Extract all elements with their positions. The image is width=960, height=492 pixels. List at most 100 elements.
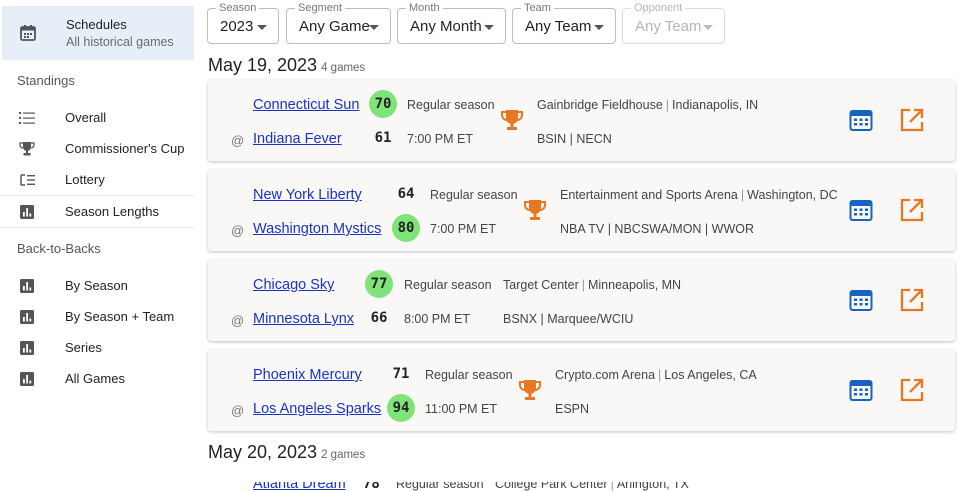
home-team-link[interactable]: Indiana Fever xyxy=(253,131,342,147)
team-select[interactable]: Team Any Team xyxy=(512,2,616,44)
home-team-link[interactable]: Los Angeles Sparks xyxy=(253,401,381,417)
date-header: May 19, 2023 4 games xyxy=(208,55,365,76)
season-select-label: Season xyxy=(216,2,260,14)
chevron-down-icon xyxy=(257,25,267,30)
divider xyxy=(0,227,194,228)
chevron-down-icon xyxy=(594,25,604,30)
venue-location: Gainbridge Fieldhouse | Indianapolis, IN xyxy=(537,98,759,112)
at-symbol: @ xyxy=(231,403,245,418)
sidebar-item-label: All Games xyxy=(65,371,125,386)
trophy-icon xyxy=(517,377,543,403)
home-team-link[interactable]: Washington Mystics xyxy=(253,221,381,237)
season-type: Regular season xyxy=(407,98,495,112)
sidebar-item-series[interactable]: Series xyxy=(0,332,194,362)
chevron-down-icon xyxy=(369,25,379,30)
away-team-link[interactable]: Phoenix Mercury xyxy=(253,367,362,383)
sidebar-item-label: By Season + Team xyxy=(65,309,175,324)
calendar-add-button[interactable] xyxy=(849,198,873,222)
home-score: 80 xyxy=(392,214,420,242)
sidebar-item-subtitle: All historical games xyxy=(66,35,174,49)
sidebar-item-label: Lottery xyxy=(65,172,105,187)
team-select-label: Team xyxy=(521,2,554,14)
game-card: Atlanta Dream 78 Regular season College … xyxy=(208,482,955,492)
season-select-value: 2023 xyxy=(220,18,254,35)
at-symbol: @ xyxy=(231,313,245,328)
tv-networks: NBA TV | NBCSWA/MON | WWOR xyxy=(560,222,755,236)
month-select[interactable]: Month Any Month xyxy=(397,2,506,44)
home-score: 94 xyxy=(387,394,415,422)
sidebar-item-by-season-team[interactable]: By Season + Team xyxy=(0,301,194,331)
calendar-add-button[interactable] xyxy=(849,108,873,132)
away-team-link[interactable]: Chicago Sky xyxy=(253,277,334,293)
home-score: 61 xyxy=(374,130,392,146)
trophy-icon xyxy=(499,107,525,133)
season-type: Regular season xyxy=(430,188,518,202)
lottery-icon xyxy=(19,172,35,188)
sidebar-item-lottery[interactable]: Lottery xyxy=(0,164,194,194)
calendar-add-button[interactable] xyxy=(849,288,873,312)
home-score: 66 xyxy=(370,310,388,326)
calendar-add-button[interactable] xyxy=(849,378,873,402)
away-score: 71 xyxy=(392,366,410,382)
venue-name: Crypto.com Arena xyxy=(555,368,656,382)
external-link-button[interactable] xyxy=(900,198,924,222)
game-count: 2 games xyxy=(321,449,366,461)
venue-name: Gainbridge Fieldhouse xyxy=(537,98,663,112)
season-type: Regular season xyxy=(396,482,484,491)
bar-chart-icon xyxy=(19,340,35,356)
tv-networks: BSNX | Marquee/WCIU xyxy=(503,312,634,326)
away-score: 78 xyxy=(363,482,380,492)
away-team-link[interactable]: New York Liberty xyxy=(253,187,362,203)
segment-select-value: Any Game xyxy=(299,18,370,35)
sidebar-item-schedules[interactable]: Schedules All historical games xyxy=(2,6,194,60)
venue-name: Target Center xyxy=(503,278,579,292)
sidebar-item-commissioners-cup[interactable]: Commissioner's Cup xyxy=(0,133,194,163)
venue-city: Indianapolis, IN xyxy=(672,98,759,112)
away-team-link[interactable]: Connecticut Sun xyxy=(253,97,359,113)
date-header: May 20, 2023 2 games xyxy=(208,442,365,463)
sidebar-item-all-games[interactable]: All Games xyxy=(0,363,194,393)
external-link-button[interactable] xyxy=(900,108,924,132)
opponent-select: Opponent Any Team xyxy=(622,2,725,44)
bar-chart-icon xyxy=(19,371,35,387)
venue-location: Entertainment and Sports Arena | Washingto… xyxy=(560,188,838,202)
month-select-label: Month xyxy=(406,2,443,14)
team-select-value: Any Team xyxy=(525,18,592,35)
season-select[interactable]: Season 2023 xyxy=(207,2,279,44)
game-time: 7:00 PM ET xyxy=(407,132,473,146)
sidebar-item-label: Overall xyxy=(65,110,107,125)
home-team-link[interactable]: Minnesota Lynx xyxy=(253,311,354,327)
sidebar-item-label: Season Lengths xyxy=(65,204,159,219)
season-type: Regular season xyxy=(425,368,513,382)
section-header-back-to-backs: Back-to-Backs xyxy=(17,241,101,256)
chevron-down-icon xyxy=(703,25,713,30)
segment-select-label: Segment xyxy=(295,2,346,14)
away-team-link[interactable]: Atlanta Dream xyxy=(253,482,346,492)
game-time: 11:00 PM ET xyxy=(425,402,498,416)
sidebar-item-season-lengths[interactable]: Season Lengths xyxy=(0,196,194,226)
venue-name: College Park Center xyxy=(495,482,608,491)
at-symbol: @ xyxy=(231,223,245,238)
segment-select[interactable]: Segment Any Game xyxy=(286,2,391,44)
venue-location: Target Center | Minneapolis, MN xyxy=(503,278,682,292)
sidebar: Schedules All historical games Standings… xyxy=(0,0,194,492)
date-header-date: May 20, 2023 xyxy=(208,442,318,462)
sidebar-item-label: Commissioner's Cup xyxy=(65,141,185,156)
game-time: 7:00 PM ET xyxy=(430,222,496,236)
sidebar-item-overall[interactable]: Overall xyxy=(0,102,194,132)
at-symbol: @ xyxy=(231,133,245,148)
season-type: Regular season xyxy=(404,278,492,292)
venue-city: Arlington, TX xyxy=(616,482,689,491)
game-card: New York Liberty 64 @ Washington Mystics… xyxy=(208,170,955,251)
venue-location: College Park Center | Arlington, TX xyxy=(495,482,689,491)
external-link-button[interactable] xyxy=(900,288,924,312)
away-score: 70 xyxy=(369,90,397,118)
venue-name: Entertainment and Sports Arena xyxy=(560,188,738,202)
external-link-button[interactable] xyxy=(900,378,924,402)
opponent-select-label: Opponent xyxy=(631,2,686,14)
game-time: 8:00 PM ET xyxy=(404,312,470,326)
game-card: Chicago Sky 77 @ Minnesota Lynx 66 Regul… xyxy=(208,260,955,341)
venue-city: Minneapolis, MN xyxy=(587,278,682,292)
sidebar-item-by-season[interactable]: By Season xyxy=(0,270,194,300)
away-score: 64 xyxy=(397,186,415,202)
